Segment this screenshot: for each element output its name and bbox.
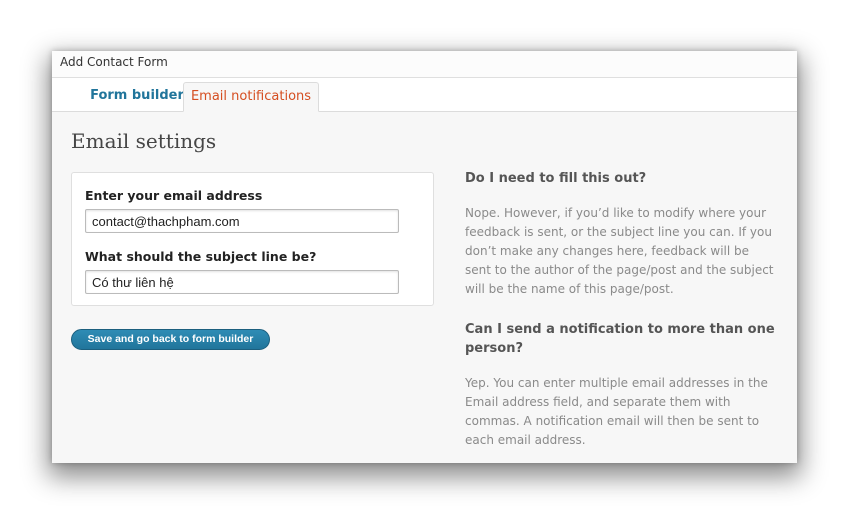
tab-bar: Form builder Email notifications (52, 78, 797, 112)
contact-form-dialog: Add Contact Form Form builder Email noti… (52, 51, 797, 463)
email-settings-heading: Email settings (71, 129, 217, 153)
subject-line-input[interactable] (85, 270, 399, 294)
subject-line-label: What should the subject line be? (85, 249, 317, 264)
save-and-back-button[interactable]: Save and go back to form builder (71, 329, 270, 350)
help-question: Can I send a notification to more than o… (465, 322, 775, 356)
help-answer: Yep. You can enter multiple email addres… (465, 376, 768, 447)
help-item-multiple: Can I send a notification to more than o… (465, 320, 775, 358)
email-address-label: Enter your email address (85, 188, 263, 203)
tab-form-builder[interactable]: Form builder (73, 82, 201, 110)
help-item-fill-out: Do I need to fill this out? (465, 169, 780, 188)
email-address-input[interactable] (85, 209, 399, 233)
dialog-titlebar: Add Contact Form (52, 51, 797, 78)
dialog-title: Add Contact Form (60, 55, 168, 69)
tab-email-notifications[interactable]: Email notifications (183, 82, 319, 112)
help-question: Do I need to fill this out? (465, 171, 647, 186)
email-settings-box: Enter your email address What should the… (71, 172, 434, 306)
help-answer-fill-out-wrap: Nope. However, if you’d like to modify w… (465, 204, 777, 299)
help-answer-multiple-wrap: Yep. You can enter multiple email addres… (465, 374, 770, 450)
help-answer: Nope. However, if you’d like to modify w… (465, 206, 774, 296)
